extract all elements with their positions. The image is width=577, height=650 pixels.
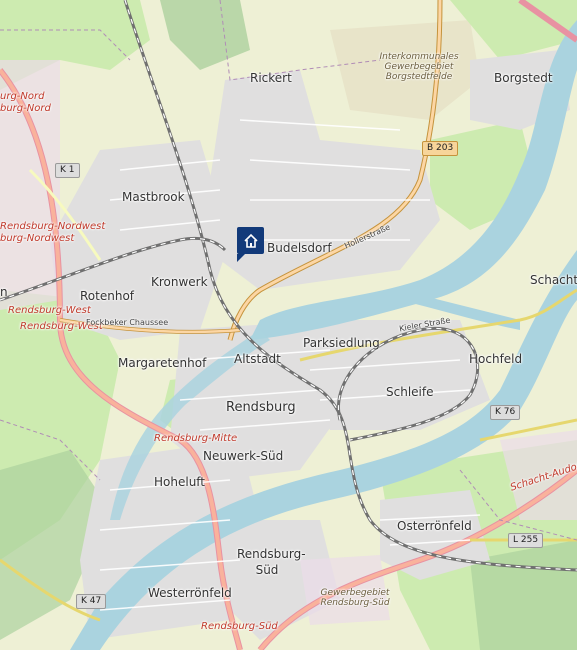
- place-label-borgstedt: Borgstedt: [494, 71, 553, 85]
- road-shield-k1: K 1: [55, 163, 80, 178]
- industrial-label-borgstedtfelde: Interkommunales Gewerbegebiet Borgstedtf…: [379, 52, 459, 82]
- place-label-altstadt: Altstadt: [234, 352, 281, 366]
- station-label-rendsburg-mitte: Rendsburg-Mitte: [154, 433, 238, 444]
- place-label-parksiedlung: Parksiedlung: [303, 336, 380, 350]
- location-marker[interactable]: [237, 227, 264, 262]
- station-label-nord-1: urg-Nord: [0, 91, 45, 102]
- place-label-hochfeld: Hochfeld: [469, 352, 523, 366]
- place-label-margaretenhof: Margaretenhof: [118, 356, 207, 370]
- town-label-rendsburg: Rendsburg: [226, 400, 296, 415]
- road-shield-l255: L 255: [508, 533, 544, 548]
- station-label-nord-2: burg-Nord: [0, 103, 51, 114]
- station-label-rendsburg-sued: Rendsburg-Süd: [201, 621, 278, 632]
- place-label-schleife: Schleife: [386, 385, 434, 399]
- home-icon: [243, 233, 259, 249]
- place-label-neuwerk-sued: Neuwerk-Süd: [203, 449, 284, 463]
- place-label-osterroenfeld: Osterrönfeld: [397, 519, 472, 533]
- place-label-rendsburg-sued: Rendsburg-Süd: [237, 547, 306, 577]
- place-label-mastbrook: Mastbrook: [122, 190, 185, 204]
- place-label-schacht-a: Schacht-A: [530, 273, 577, 287]
- place-label-n: n: [0, 285, 8, 299]
- place-label-rickert: Rickert: [250, 71, 292, 85]
- station-label-nordwest-1: Rendsburg-Nordwest: [0, 221, 106, 232]
- place-label-hoheluft: Hoheluft: [154, 475, 206, 489]
- road-shield-k76: K 76: [490, 405, 521, 420]
- map-canvas[interactable]: Rickert Borgstedt Interkommunales Gewerb…: [0, 0, 577, 650]
- place-label-westerroenfeld: Westerrönfeld: [148, 586, 232, 600]
- industrial-label-rendsburg-sued: Gewerbegebiet Rendsburg-Süd: [320, 588, 390, 608]
- place-label-budelsdorf: Budelsdorf: [267, 241, 332, 255]
- road-shield-k47: K 47: [76, 594, 107, 609]
- place-label-kronwerk: Kronwerk: [151, 275, 208, 289]
- road-shield-b203: B 203: [422, 141, 459, 156]
- place-label-rotenhof: Rotenhof: [80, 289, 135, 303]
- station-label-rendsburg-west-1: Rendsburg-West: [8, 305, 91, 316]
- station-label-nordwest-2: burg-Nordwest: [0, 233, 75, 244]
- street-label-fockbeker: Fockbeker Chaussee: [86, 318, 169, 327]
